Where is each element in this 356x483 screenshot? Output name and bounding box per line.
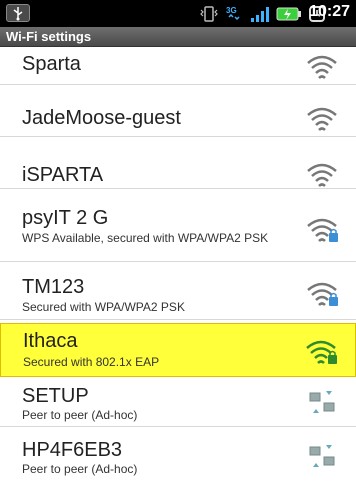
svg-text:3G: 3G — [226, 6, 237, 15]
network-row-psyit-2-g[interactable]: psyIT 2 G WPS Available, secured with WP… — [0, 189, 356, 262]
network-row-jademoose-guest[interactable]: JadeMoose-guest — [0, 85, 356, 137]
adhoc-icon — [309, 391, 335, 413]
network-detail: Peer to peer (Ad-hoc) — [22, 462, 138, 476]
wifi-lock-icon — [307, 282, 338, 306]
battery-charging-icon — [276, 7, 301, 20]
status-icons: 3G — [200, 2, 326, 25]
vibrate-icon — [200, 5, 218, 22]
wifi-signal-icon — [307, 163, 337, 187]
network-row-tm123[interactable]: TM123 Secured with WPA/WPA2 PSK — [0, 262, 356, 320]
wifi-lock-icon — [306, 340, 337, 364]
cell-signal-icon — [251, 6, 269, 22]
3g-icon: 3G — [226, 6, 240, 20]
network-ssid: JadeMoose-guest — [22, 107, 181, 129]
network-row-isparta[interactable]: iSPARTA — [0, 137, 356, 189]
page-title: Wi-Fi settings — [6, 29, 92, 44]
network-ssid: HP4F6EB3 — [22, 439, 123, 461]
network-detail: Peer to peer (Ad-hoc) — [22, 408, 138, 422]
usb-icon — [6, 4, 30, 22]
network-row-setup[interactable]: SETUP Peer to peer (Ad-hoc) — [0, 377, 356, 427]
network-ssid: psyIT 2 G — [22, 207, 109, 229]
network-ssid: Sparta — [22, 53, 81, 75]
network-ssid: SETUP — [22, 385, 89, 407]
network-row-hp4f6eb3[interactable]: HP4F6EB3 Peer to peer (Ad-hoc) — [0, 427, 356, 483]
title-bar: Wi-Fi settings — [0, 27, 356, 47]
wifi-signal-icon — [307, 107, 337, 131]
network-detail: Secured with 802.1x EAP — [23, 355, 160, 369]
network-detail: WPS Available, secured with WPA/WPA2 PSK — [22, 231, 269, 245]
network-ssid: TM123 — [22, 276, 85, 298]
network-ssid: iSPARTA — [22, 164, 104, 186]
adhoc-icon — [309, 445, 335, 467]
network-row-ithaca[interactable]: Ithaca Secured with 802.1x EAP — [0, 323, 356, 377]
network-ssid: Ithaca — [23, 330, 78, 352]
status-bar: 3G 10:27 — [0, 0, 356, 27]
network-detail: Secured with WPA/WPA2 PSK — [22, 300, 185, 314]
wifi-signal-icon — [307, 55, 337, 79]
status-time: 10:27 — [309, 3, 350, 20]
wifi-lock-icon — [307, 218, 338, 242]
network-row-sparta[interactable]: Sparta — [0, 47, 356, 85]
